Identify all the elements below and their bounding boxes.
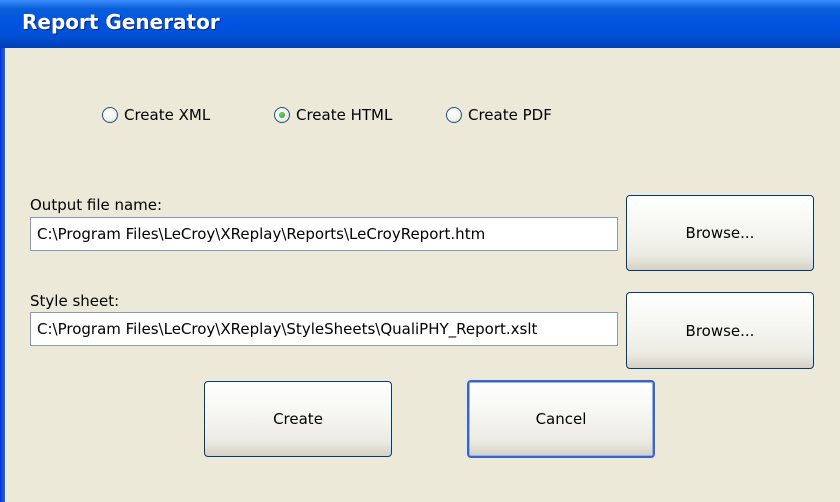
cancel-button[interactable]: Cancel xyxy=(467,380,655,458)
output-browse-button[interactable]: Browse... xyxy=(626,195,814,271)
style-sheet-input[interactable]: C:\Program Files\LeCroy\XReplay\StyleShe… xyxy=(30,312,618,346)
radio-create-xml[interactable]: Create XML xyxy=(102,104,210,126)
title-bar[interactable]: Report Generator xyxy=(0,0,840,48)
output-file-input[interactable]: C:\Program Files\LeCroy\XReplay\Reports\… xyxy=(30,217,618,251)
window-left-border xyxy=(0,48,5,502)
output-file-label: Output file name: xyxy=(30,196,163,214)
report-generator-window: Report Generator Create XML Create HTML … xyxy=(0,0,840,502)
radio-create-pdf-label[interactable]: Create PDF xyxy=(468,105,552,125)
radio-button-icon[interactable] xyxy=(446,107,462,123)
style-sheet-label: Style sheet: xyxy=(30,292,120,310)
radio-create-xml-label[interactable]: Create XML xyxy=(124,105,210,125)
create-button[interactable]: Create xyxy=(204,381,392,457)
radio-button-selected-icon[interactable] xyxy=(274,107,290,123)
window-title: Report Generator xyxy=(22,10,220,34)
radio-create-pdf[interactable]: Create PDF xyxy=(446,104,552,126)
radio-create-html-label[interactable]: Create HTML xyxy=(296,105,392,125)
radio-selected-dot-icon xyxy=(279,112,285,118)
radio-create-html[interactable]: Create HTML xyxy=(274,104,392,126)
style-sheet-browse-button[interactable]: Browse... xyxy=(626,292,814,369)
radio-button-icon[interactable] xyxy=(102,107,118,123)
